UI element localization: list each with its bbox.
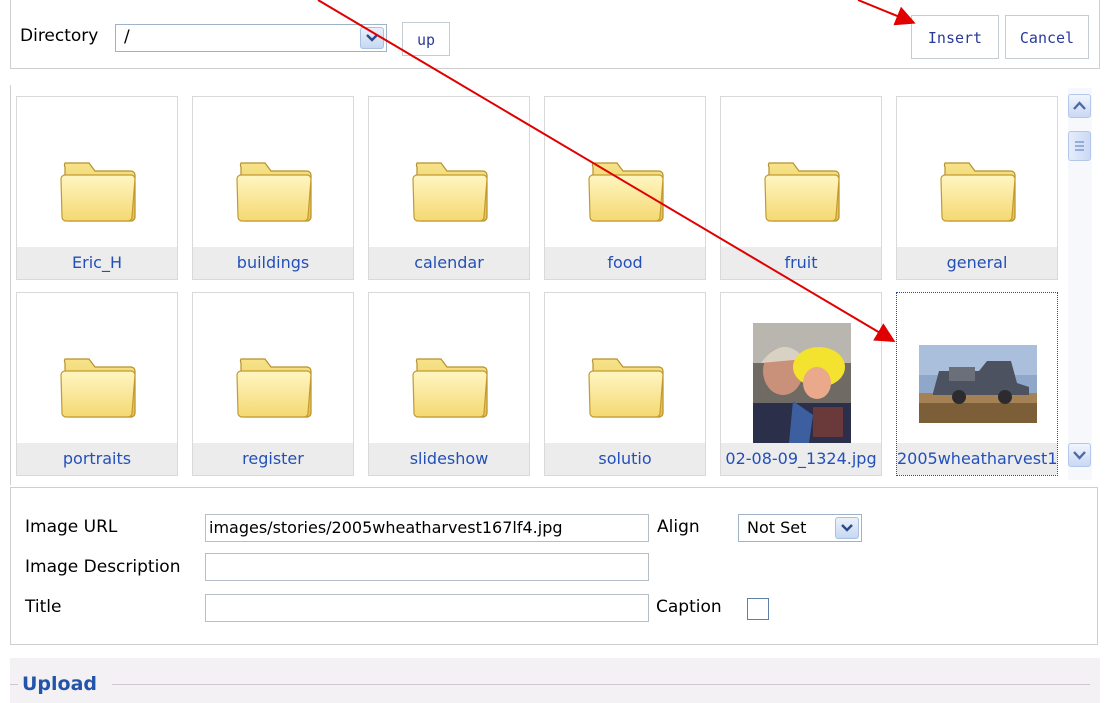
image-description-label: Image Description	[25, 557, 181, 577]
directory-value: /	[124, 27, 130, 47]
directory-select[interactable]: /	[115, 24, 387, 52]
folder-icon	[235, 345, 315, 425]
title-field[interactable]	[205, 594, 649, 622]
folder-tile-register[interactable]: register	[192, 292, 354, 476]
chevron-down-icon[interactable]	[360, 27, 384, 49]
tile-label: Eric_H	[17, 247, 177, 279]
tile-label: register	[193, 443, 353, 475]
folder-icon	[587, 149, 667, 229]
scroll-thumb[interactable]	[1068, 131, 1091, 161]
tile-label: slideshow	[369, 443, 529, 475]
folder-tile-portraits[interactable]: portraits	[16, 292, 178, 476]
tile-label: 2005wheatharvest167lf4.jpg	[897, 443, 1057, 475]
image-url-label: Image URL	[25, 517, 118, 537]
photo-thumbnail	[753, 323, 851, 443]
folder-tile-buildings[interactable]: buildings	[192, 96, 354, 280]
tile-label: food	[545, 247, 705, 279]
tile-label: portraits	[17, 443, 177, 475]
folder-icon	[587, 345, 667, 425]
upload-divider-left	[10, 684, 18, 685]
folder-icon	[59, 149, 139, 229]
folder-tile-solutio[interactable]: solutio	[544, 292, 706, 476]
align-label: Align	[657, 517, 700, 537]
align-select[interactable]: Not Set	[738, 514, 862, 542]
folder-icon	[59, 345, 139, 425]
directory-label: Directory	[20, 26, 99, 46]
image-gallery: Eric_H buildings calendar food fruit gen…	[10, 85, 1067, 485]
upload-heading[interactable]: Upload	[22, 673, 97, 695]
folder-icon	[763, 149, 843, 229]
up-button[interactable]: up	[402, 22, 450, 56]
caption-checkbox[interactable]	[747, 598, 769, 620]
image-url-field[interactable]: images/stories/2005wheatharvest167lf4.jp…	[205, 514, 649, 542]
tile-label: calendar	[369, 247, 529, 279]
scroll-down-icon[interactable]	[1068, 443, 1091, 467]
folder-tile-calendar[interactable]: calendar	[368, 96, 530, 280]
tile-label: general	[897, 247, 1057, 279]
folder-tile-food[interactable]: food	[544, 96, 706, 280]
upload-divider	[112, 684, 1090, 685]
caption-label: Caption	[656, 597, 722, 617]
folder-icon	[235, 149, 315, 229]
tile-label: buildings	[193, 247, 353, 279]
folder-tile-eric-h[interactable]: Eric_H	[16, 96, 178, 280]
gallery-scrollbar[interactable]	[1068, 88, 1092, 480]
title-label: Title	[25, 597, 62, 617]
image-tile-wheat-harvest[interactable]: 2005wheatharvest167lf4.jpg	[896, 292, 1058, 476]
tile-label: fruit	[721, 247, 881, 279]
tile-label: 02-08-09_1324.jpg	[721, 443, 881, 475]
image-tile-photo[interactable]: 02-08-09_1324.jpg	[720, 292, 882, 476]
folder-tile-general[interactable]: general	[896, 96, 1058, 280]
folder-tile-slideshow[interactable]: slideshow	[368, 292, 530, 476]
cancel-button[interactable]: Cancel	[1005, 15, 1089, 59]
folder-icon	[939, 149, 1019, 229]
chevron-down-icon[interactable]	[835, 517, 859, 539]
folder-icon	[411, 149, 491, 229]
insert-button[interactable]: Insert	[911, 15, 999, 59]
folder-tile-fruit[interactable]: fruit	[720, 96, 882, 280]
scroll-up-icon[interactable]	[1068, 94, 1091, 118]
upload-section	[10, 658, 1100, 703]
align-value: Not Set	[747, 518, 807, 537]
tile-label: solutio	[545, 443, 705, 475]
folder-icon	[411, 345, 491, 425]
image-description-field[interactable]	[205, 553, 649, 581]
photo-thumbnail	[919, 345, 1037, 423]
